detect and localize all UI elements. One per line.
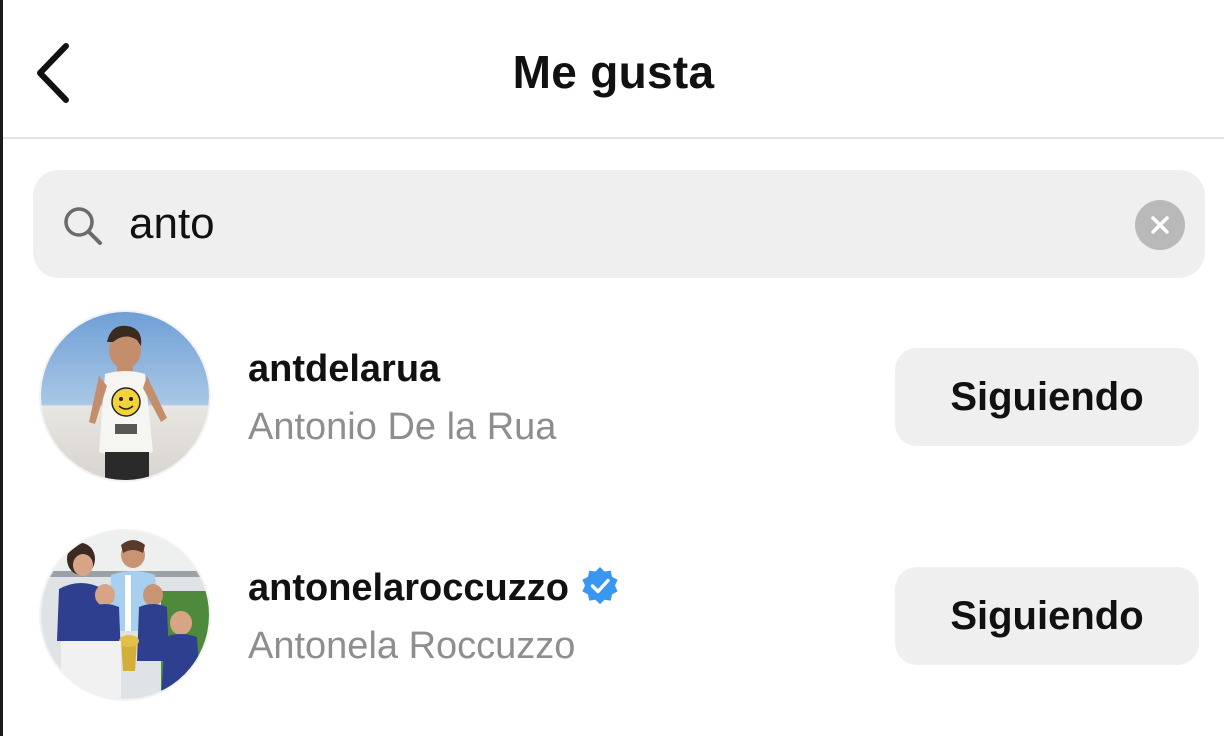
username[interactable]: antonelaroccuzzo — [248, 567, 569, 609]
page-title: Me gusta — [512, 46, 715, 98]
avatar[interactable] — [41, 531, 209, 699]
clear-search-button[interactable] — [1135, 200, 1185, 250]
likes-screen: Me gusta anto antdelarua Antonio De la R… — [0, 0, 1224, 736]
search-icon — [64, 207, 102, 245]
following-button[interactable]: Siguiendo — [895, 348, 1199, 446]
top-bar: Me gusta — [3, 0, 1224, 139]
avatar[interactable] — [41, 312, 209, 480]
profile-photo-image — [41, 312, 209, 480]
following-button[interactable]: Siguiendo — [895, 567, 1199, 665]
search-bar[interactable] — [33, 170, 1205, 278]
profile-photo-image — [41, 531, 209, 699]
verified-badge-icon — [582, 566, 618, 605]
list-item[interactable]: antonelaroccuzzo Antonela Roccuzzo Sigui… — [3, 531, 1224, 701]
full-name: Antonio De la Rua — [248, 406, 557, 448]
full-name: Antonela Roccuzzo — [248, 625, 576, 667]
username[interactable]: antdelarua — [248, 345, 440, 393]
list-item[interactable]: antdelarua Antonio De la Rua Siguiendo — [3, 312, 1224, 482]
clear-icon — [1151, 216, 1169, 234]
search-input[interactable] — [129, 186, 1109, 262]
username-row[interactable]: antonelaroccuzzo — [248, 564, 621, 612]
